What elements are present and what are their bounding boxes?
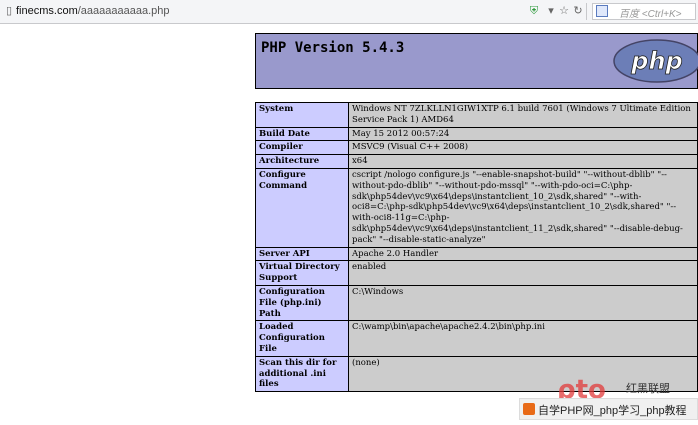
bookmark-star-icon[interactable]: ☆	[558, 5, 570, 17]
row-value: enabled	[348, 260, 698, 286]
phpinfo-page: PHP Version 5.4.3 php System Windows NT 7…	[0, 24, 698, 420]
divider	[586, 3, 587, 20]
row-value: C:\wamp\bin\apache\apache2.4.2\bin\php.i…	[348, 320, 698, 357]
php-version-header: PHP Version 5.4.3 php	[255, 33, 698, 89]
row-key: Server API	[255, 246, 349, 262]
site-favicon-icon	[523, 403, 535, 415]
watermark-badge: 自学PHP网_php学习_php教程	[519, 398, 698, 420]
table-row: Compiler MSVC9 (Visual C++ 2008)	[255, 140, 698, 156]
php-logo-text: php	[630, 47, 682, 75]
url-host: finecms.com	[16, 5, 78, 17]
row-value: C:\Windows	[348, 284, 698, 322]
row-key: Compiler	[255, 140, 349, 156]
table-row: Loaded Configuration File C:\wamp\bin\apa…	[255, 320, 698, 357]
url-path: /aaaaaaaaaaa.php	[77, 5, 170, 17]
watermark-badge-text: 自学PHP网_php学习_php教程	[538, 405, 687, 417]
row-key: Configure Command	[255, 167, 349, 248]
dropdown-icon[interactable]: ▾	[545, 5, 557, 17]
address-bar: ▯ finecms.com/aaaaaaaaaaa.php ⛨ ▾ ☆ ↻ 百度…	[0, 0, 698, 24]
table-row: Server API Apache 2.0 Handler	[255, 246, 698, 262]
row-key: System	[255, 102, 349, 128]
row-value: x64	[348, 154, 698, 169]
table-row: Virtual Directory Support enabled	[255, 260, 698, 286]
table-row: Build Date May 15 2012 00:57:24	[255, 126, 698, 142]
row-key: Loaded Configuration File	[255, 320, 349, 357]
row-value: cscript /nologo configure.js "--enable-s…	[348, 167, 698, 248]
shield-icon[interactable]: ⛨	[528, 5, 540, 17]
row-value: Apache 2.0 Handler	[348, 246, 698, 262]
row-key: Build Date	[255, 126, 349, 142]
row-value: May 15 2012 00:57:24	[348, 126, 698, 142]
row-key: Configuration File (php.ini) Path	[255, 284, 349, 322]
watermark: ρtο 红黑联盟 自学PHP网_php学习_php教程	[519, 374, 698, 425]
search-box[interactable]: 百度 <Ctrl+K>	[592, 3, 696, 20]
row-value: Windows NT 7ZLKLLN1GIW1XTP 6.1 build 760…	[348, 102, 698, 128]
php-logo-icon: php	[613, 39, 698, 83]
row-key: Architecture	[255, 154, 349, 169]
search-engine-icon[interactable]	[596, 5, 608, 17]
row-value: MSVC9 (Visual C++ 2008)	[348, 140, 698, 156]
page-icon: ▯	[5, 5, 13, 17]
table-row: Configure Command cscript /nologo configu…	[255, 167, 698, 248]
table-row: Configuration File (php.ini) Path C:\Wind…	[255, 284, 698, 322]
page-title: PHP Version 5.4.3	[261, 40, 405, 56]
row-key: Virtual Directory Support	[255, 260, 349, 286]
table-row: Architecture x64	[255, 154, 698, 169]
table-row: System Windows NT 7ZLKLLN1GIW1XTP 6.1 bui…	[255, 102, 698, 128]
url-field[interactable]: finecms.com/aaaaaaaaaaa.php	[16, 5, 170, 17]
row-key: Scan this dir for additional .ini files	[255, 355, 349, 393]
phpinfo-table: System Windows NT 7ZLKLLN1GIW1XTP 6.1 bui…	[255, 102, 698, 393]
search-placeholder: 百度 <Ctrl+K>	[619, 9, 682, 20]
watermark-title: 红黑联盟	[626, 383, 670, 395]
refresh-icon[interactable]: ↻	[572, 5, 584, 17]
